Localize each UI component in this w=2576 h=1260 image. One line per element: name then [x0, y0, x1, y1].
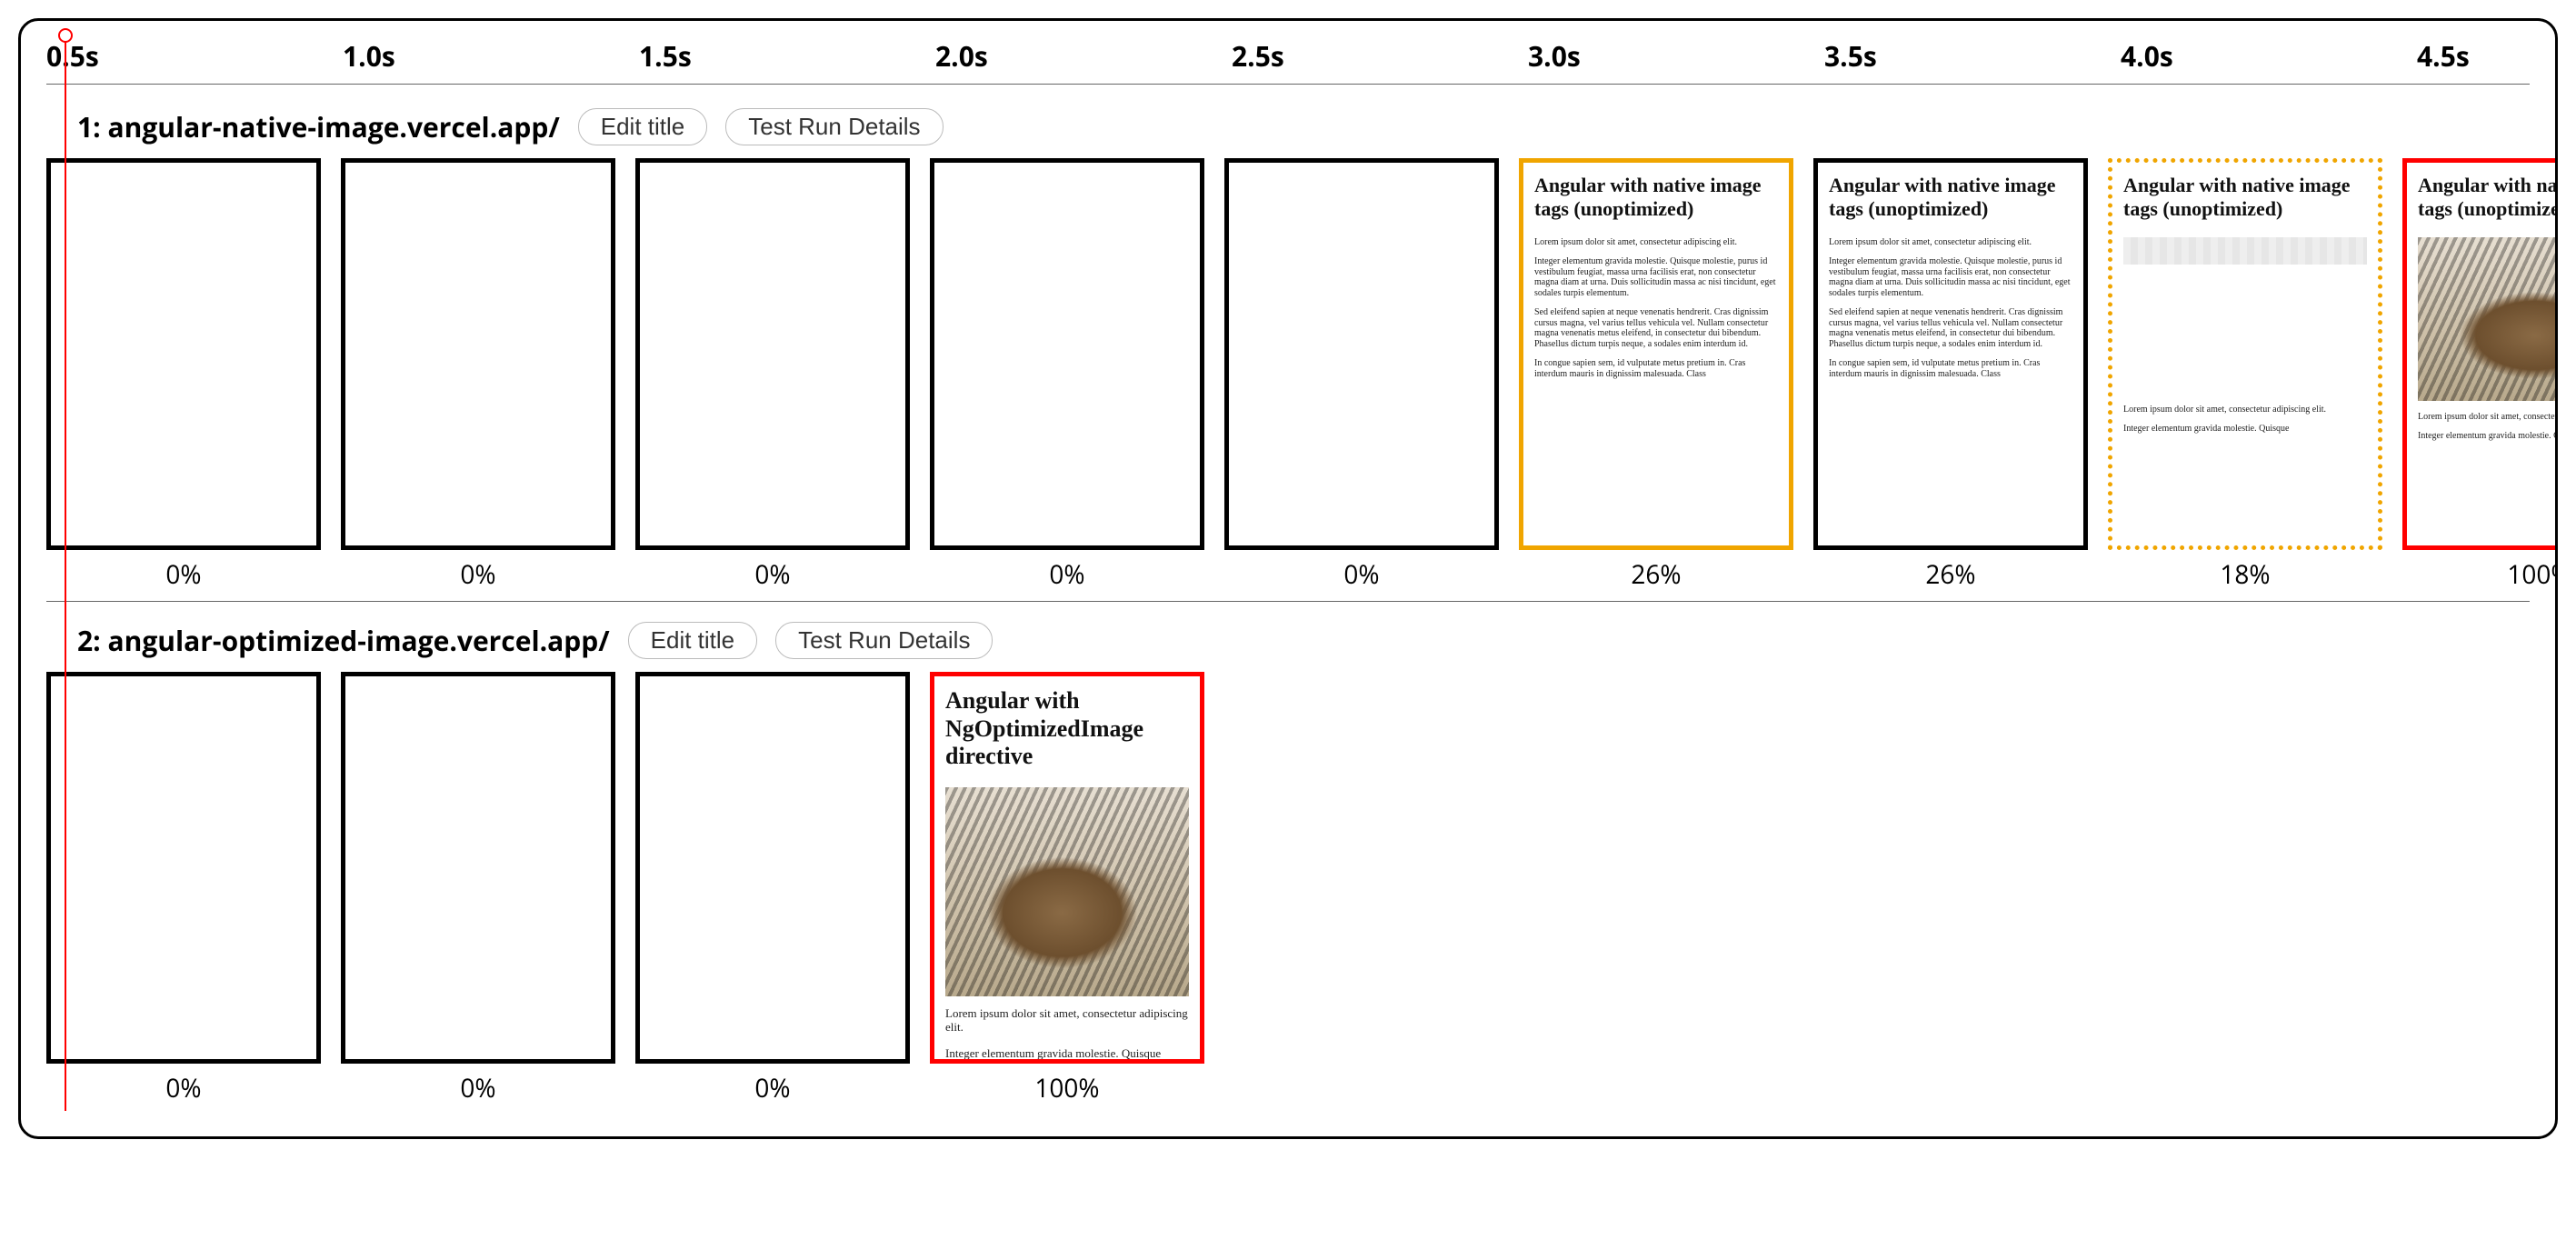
lorem-paragraph: Lorem ipsum dolor sit amet, consectetur …: [2123, 405, 2367, 415]
page-title: Angular with NgOptimizedImage directive: [945, 687, 1189, 771]
lorem-paragraph: Lorem ipsum dolor sit amet, consectetur …: [1534, 237, 1778, 248]
frame-thumbnail[interactable]: Angular with native image tags (unoptimi…: [2108, 158, 2382, 550]
page-title: Angular with native image tags (unoptimi…: [2123, 174, 2367, 221]
time-tick: 4.5s: [2417, 37, 2558, 75]
timeline-container: 0.5s1.0s1.5s2.0s2.5s3.0s3.5s4.0s4.5s 1: …: [18, 18, 2558, 1139]
frame[interactable]: 0%: [46, 672, 321, 1105]
page-preview: Angular with native image tags (unoptimi…: [1818, 163, 2083, 379]
time-tick: 1.0s: [343, 37, 639, 75]
frames-strip: 0% 0% 0% 0% 0% Angular with native image tag…: [46, 158, 2530, 592]
time-tick: 4.0s: [2121, 37, 2417, 75]
frame-thumbnail[interactable]: [341, 672, 615, 1064]
page-preview: Angular with native image tags (unoptimi…: [1523, 163, 1789, 379]
frames-strip: 0% 0% 0% Angular with NgOptimizedImage dir…: [46, 672, 2530, 1105]
frame[interactable]: 0%: [341, 158, 615, 592]
lorem-paragraph: Integer elementum gravida molestie. Quis…: [2418, 431, 2558, 442]
frame-thumbnail[interactable]: [341, 158, 615, 550]
frame-percent: 18%: [2108, 557, 2382, 592]
lorem-paragraph: Sed eleifend sapien at neque venenatis h…: [1829, 307, 2072, 349]
lorem-paragraph: In congue sapien sem, id vulputate metus…: [1829, 358, 2072, 379]
frame-thumbnail[interactable]: [930, 158, 1204, 550]
frame-thumbnail[interactable]: Angular with NgOptimizedImage directive …: [930, 672, 1204, 1064]
page-title: Angular with native image tags (unoptimi…: [1534, 174, 1778, 221]
playhead[interactable]: [65, 35, 66, 1111]
lorem-paragraph: Sed eleifend sapien at neque venenatis h…: [1534, 307, 1778, 349]
lorem-paragraph: Integer elementum gravida molestie. Quis…: [1534, 256, 1778, 298]
frame[interactable]: Angular with native image tags (unoptimi…: [2108, 158, 2382, 592]
frame[interactable]: 0%: [341, 672, 615, 1105]
frame-thumbnail[interactable]: [635, 672, 910, 1064]
lorem-paragraph: Lorem ipsum dolor sit amet, consectetur …: [1829, 237, 2072, 248]
frame-percent: 100%: [930, 1071, 1204, 1105]
page-title: Angular with native image tags (unoptimi…: [2418, 174, 2558, 221]
time-axis: 0.5s1.0s1.5s2.0s2.5s3.0s3.5s4.0s4.5s: [46, 37, 2530, 85]
page-title: Angular with native image tags (unoptimi…: [1829, 174, 2072, 221]
page-preview: Angular with NgOptimizedImage directive …: [934, 676, 1200, 1061]
frame-percent: 0%: [1224, 557, 1499, 592]
row-header: 1: angular-native-image.vercel.app/ Edit…: [46, 108, 2530, 145]
timeline-row: 2: angular-optimized-image.vercel.app/ E…: [46, 622, 2530, 1105]
frame[interactable]: Angular with native image tags (unoptimi…: [1813, 158, 2088, 592]
frame-percent: 0%: [341, 1071, 615, 1105]
lorem-paragraph: Integer elementum gravida molestie. Quis…: [945, 1047, 1189, 1061]
frame[interactable]: Angular with native image tags (unoptimi…: [1519, 158, 1793, 592]
page-preview: Angular with native image tags (unoptimi…: [2112, 163, 2378, 435]
lorem-paragraph: Lorem ipsum dolor sit amet, consectetur …: [2418, 412, 2558, 423]
frame[interactable]: 0%: [46, 158, 321, 592]
time-tick: 3.5s: [1824, 37, 2121, 75]
time-tick: 0.5s: [46, 37, 343, 75]
row-title: 1: angular-native-image.vercel.app/: [77, 108, 560, 145]
frame-percent: 100%: [2402, 557, 2558, 592]
row-header: 2: angular-optimized-image.vercel.app/ E…: [46, 622, 2530, 659]
frame-thumbnail[interactable]: Angular with native image tags (unoptimi…: [1813, 158, 2088, 550]
frame-percent: 26%: [1519, 557, 1793, 592]
lorem-paragraph: Integer elementum gravida molestie. Quis…: [1829, 256, 2072, 298]
lorem-paragraph: Integer elementum gravida molestie. Quis…: [2123, 424, 2367, 435]
frame[interactable]: Angular with NgOptimizedImage directive …: [930, 672, 1204, 1105]
edit-title-button[interactable]: Edit title: [628, 622, 758, 659]
time-tick: 1.5s: [639, 37, 935, 75]
row-title: 2: angular-optimized-image.vercel.app/: [77, 622, 610, 659]
row-divider: [46, 601, 2530, 602]
lorem-paragraph: In congue sapien sem, id vulputate metus…: [1534, 358, 1778, 379]
time-tick: 3.0s: [1528, 37, 1824, 75]
frame-percent: 0%: [341, 557, 615, 592]
timeline-area: 0.5s1.0s1.5s2.0s2.5s3.0s3.5s4.0s4.5s 1: …: [25, 37, 2530, 1105]
frame-thumbnail[interactable]: [1224, 158, 1499, 550]
time-tick: 2.0s: [935, 37, 1232, 75]
test-run-details-button[interactable]: Test Run Details: [725, 108, 943, 145]
frame-percent: 0%: [635, 557, 910, 592]
time-tick: 2.5s: [1232, 37, 1528, 75]
frame-percent: 0%: [46, 557, 321, 592]
frame-percent: 0%: [930, 557, 1204, 592]
frame-percent: 0%: [46, 1071, 321, 1105]
hero-image: [945, 787, 1189, 996]
frame[interactable]: 0%: [1224, 158, 1499, 592]
page-preview: Angular with native image tags (unoptimi…: [2407, 163, 2558, 442]
frame-thumbnail[interactable]: [635, 158, 910, 550]
frame[interactable]: 0%: [635, 158, 910, 592]
frame-thumbnail[interactable]: [46, 672, 321, 1064]
frame-thumbnail[interactable]: [46, 158, 321, 550]
frame-percent: 26%: [1813, 557, 2088, 592]
loading-band: [2123, 237, 2367, 265]
frame[interactable]: Angular with native image tags (unoptimi…: [2402, 158, 2558, 592]
lorem-paragraph: Lorem ipsum dolor sit amet, consectetur …: [945, 1007, 1189, 1035]
edit-title-button[interactable]: Edit title: [578, 108, 708, 145]
test-run-details-button[interactable]: Test Run Details: [775, 622, 993, 659]
frame[interactable]: 0%: [635, 672, 910, 1105]
hero-image: [2418, 237, 2558, 401]
timeline-row: 1: angular-native-image.vercel.app/ Edit…: [46, 108, 2530, 602]
frame-percent: 0%: [635, 1071, 910, 1105]
frame[interactable]: 0%: [930, 158, 1204, 592]
frame-thumbnail[interactable]: Angular with native image tags (unoptimi…: [2402, 158, 2558, 550]
frame-thumbnail[interactable]: Angular with native image tags (unoptimi…: [1519, 158, 1793, 550]
